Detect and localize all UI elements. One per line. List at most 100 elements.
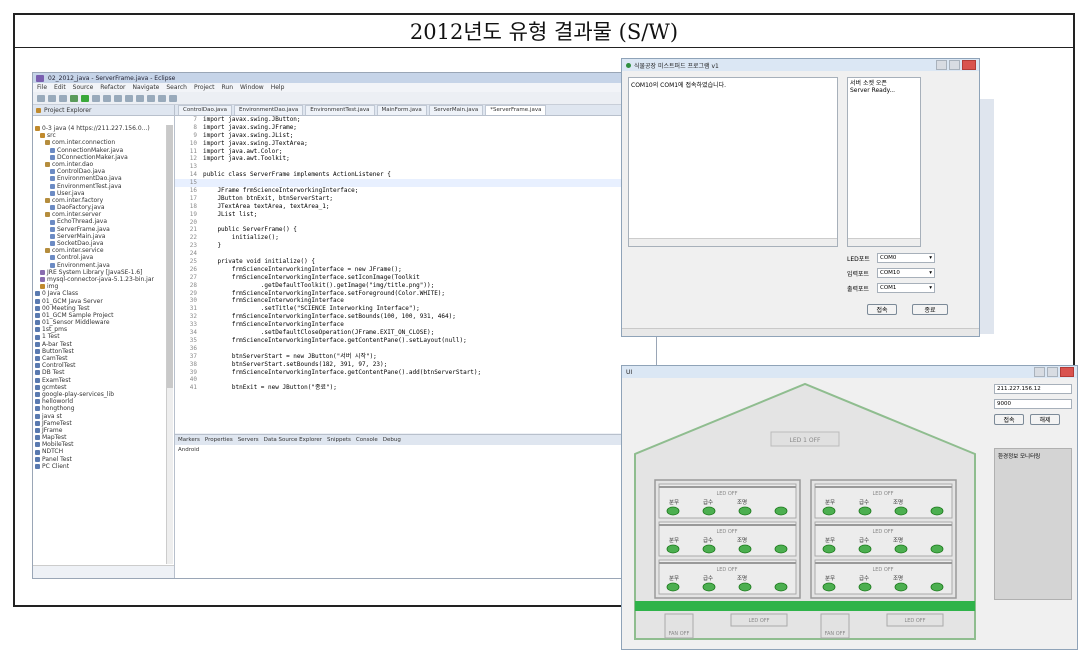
tree-item[interactable]: Control.java [35,254,166,261]
tree-item[interactable]: ServerFrame.java [35,226,166,233]
tree-item[interactable]: 00 Meeting Test [35,305,166,312]
menu-item[interactable]: Run [222,84,234,91]
close-button[interactable] [962,60,976,70]
maximize-button[interactable] [1047,367,1058,377]
tree-item[interactable]: DaoFactory.java [35,204,166,211]
environment-info-area[interactable]: 환경정보 모니터링 [994,448,1072,600]
tree-item[interactable]: Environment.java [35,262,166,269]
tree-item[interactable]: com.inter.connection [35,139,166,146]
new-java-project-icon[interactable] [103,94,111,102]
menu-item[interactable]: Refactor [100,84,125,91]
shelf-unit[interactable]: LED OFF 분무 급수 조명 [658,521,797,557]
menu-item[interactable]: Window [240,84,264,91]
editor-tab[interactable]: EnvironmentTest.java [305,105,375,115]
menu-item[interactable]: Search [166,84,187,91]
tree-item[interactable]: DB Test [35,369,166,376]
tree-item[interactable]: DConnectionMaker.java [35,154,166,161]
connect-button[interactable]: 접속 [867,304,897,315]
scrollbar-thumb[interactable] [167,125,173,389]
input-port-select[interactable]: COM10 ▾ [877,268,935,278]
tree-item[interactable]: ButtonTest [35,348,166,355]
console-tab[interactable]: Console [356,437,378,443]
connect-button[interactable]: 접속 [994,414,1024,425]
shelf-unit[interactable]: LED OFF 분무 급수 조명 [814,521,953,557]
disconnect-button[interactable]: 해제 [1030,414,1060,425]
shelf-unit[interactable]: LED OFF 분무 급수 조명 [814,559,953,595]
minimize-button[interactable] [936,60,947,70]
tree-item[interactable]: EchoThread.java [35,218,166,225]
minimize-button[interactable] [1034,367,1045,377]
tree-item[interactable]: EnvironmentDao.java [35,175,166,182]
output-port-select[interactable]: COM1 ▾ [877,283,935,293]
code-area[interactable]: 7 import javax.swing.JButton; 8 import java… [175,116,652,433]
editor-tab[interactable]: MainForm.java [376,105,427,115]
print-icon[interactable] [59,94,67,102]
tree-item[interactable]: com.inter.service [35,247,166,254]
tree-item[interactable]: JRE System Library [JavaSE-1.6] [35,269,166,276]
tree-item[interactable]: 0 Java Class [35,290,166,297]
console-tab[interactable]: Properties [205,437,233,443]
shelf-unit[interactable]: LED OFF 분무 급수 조명 [658,559,797,595]
project-explorer-scrollbar[interactable] [166,125,173,564]
menu-item[interactable]: Source [73,84,94,91]
tree-item[interactable]: 1 Test [35,333,166,340]
tree-item[interactable]: ExamTest [35,377,166,384]
open-type-icon[interactable] [136,94,144,102]
editor-tab[interactable]: ServerMain.java [428,105,484,115]
tree-item[interactable]: helloworld [35,398,166,405]
tree-item[interactable]: ControlTest [35,362,166,369]
exit-button[interactable]: 종료 [912,304,948,315]
debug-icon[interactable] [70,94,78,102]
maximize-button[interactable] [949,60,960,70]
console-tab[interactable]: Snippets [327,437,351,443]
console-tab[interactable]: Markers [178,437,200,443]
tree-item[interactable]: 1st_pms [35,326,166,333]
console-tab[interactable]: Data Source Explorer [264,437,322,443]
tree-item[interactable]: 0-3 java (4 https://211.227.156.0...) [35,125,166,132]
tree-item[interactable]: java st [35,413,166,420]
run-icon[interactable] [81,94,89,102]
tree-item[interactable]: 01_Sensor Middleware [35,319,166,326]
tree-item[interactable]: 01_GCM Sample Project [35,312,166,319]
close-button[interactable] [1060,367,1074,377]
tree-item[interactable]: MobileTest [35,441,166,448]
horizontal-scrollbar[interactable] [629,238,837,246]
editor-tab[interactable]: *ServerFrame.java [485,105,547,115]
tree-item[interactable]: img [35,283,166,290]
ip-input[interactable]: 211.227.156.12 [994,384,1072,394]
fan-device[interactable]: FAN OFF [820,613,850,639]
tree-item[interactable]: User.java [35,190,166,197]
tree-item[interactable]: com.inter.dao [35,161,166,168]
tree-item[interactable]: JFameTest [35,420,166,427]
forward-icon[interactable] [169,94,177,102]
tree-item[interactable]: CamTest [35,355,166,362]
tree-item[interactable]: ControlDao.java [35,168,166,175]
new-package-icon[interactable] [114,94,122,102]
tree-item[interactable]: NDTCH [35,448,166,455]
external-tools-icon[interactable] [92,94,100,102]
tree-item[interactable]: MapTest [35,434,166,441]
editor-tab[interactable]: ControlDao.java [178,105,233,115]
tree-item[interactable]: hongthong [35,405,166,412]
menu-item[interactable]: Help [271,84,285,91]
new-icon[interactable] [37,94,45,102]
tree-item[interactable]: gcmtest [35,384,166,391]
tree-item[interactable]: ConnectionMaker.java [35,147,166,154]
save-icon[interactable] [48,94,56,102]
shelf-unit[interactable]: LED OFF 분무 급수 조명 [814,483,953,519]
tree-item[interactable]: com.inter.factory [35,197,166,204]
console-tab[interactable]: Debug [383,437,401,443]
bottom-lamp[interactable]: LED OFF [886,613,944,627]
tree-item[interactable]: ServerMain.java [35,233,166,240]
menu-item[interactable]: Edit [54,84,66,91]
menu-item[interactable]: Project [194,84,215,91]
shelf-unit[interactable]: LED OFF 분무 급수 조명 [658,483,797,519]
server-log-area[interactable]: 서버 소켓 오픈 Server Ready... [847,77,921,247]
tree-item[interactable]: JFrame [35,427,166,434]
new-class-icon[interactable] [125,94,133,102]
port-input[interactable]: 9000 [994,399,1072,409]
editor-tab[interactable]: EnvironmentDao.java [234,105,304,115]
tree-item[interactable]: 01_GCM Java Server [35,298,166,305]
led-port-select[interactable]: COM0 ▾ [877,253,935,263]
tree-item[interactable]: PC Client [35,463,166,470]
